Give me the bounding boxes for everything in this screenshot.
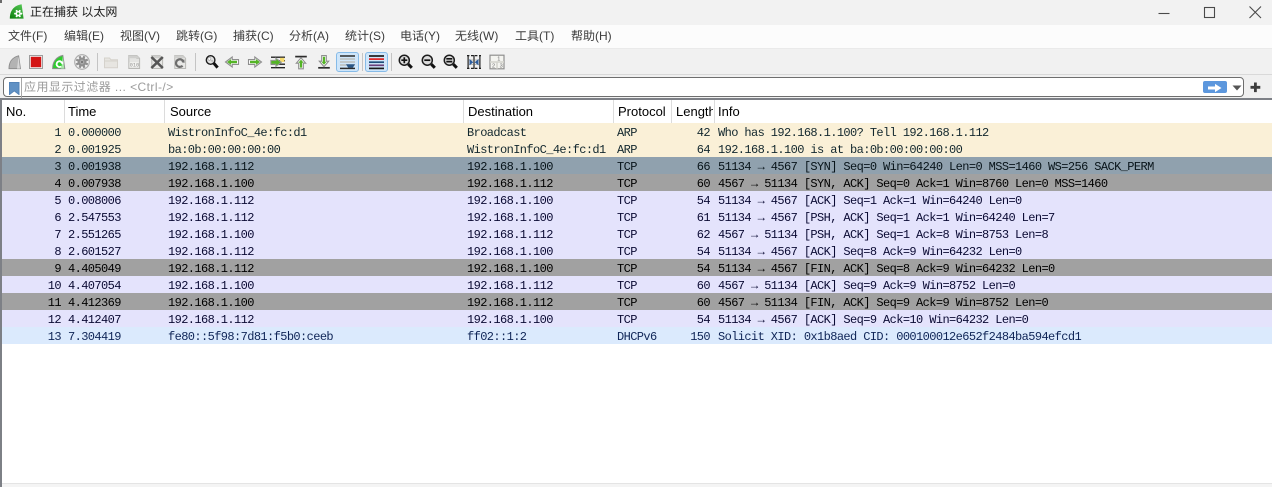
svg-text:2: 2: [492, 64, 495, 70]
svg-text:3: 3: [499, 64, 502, 70]
svg-text:010: 010: [130, 63, 139, 69]
svg-text:1: 1: [497, 57, 500, 63]
